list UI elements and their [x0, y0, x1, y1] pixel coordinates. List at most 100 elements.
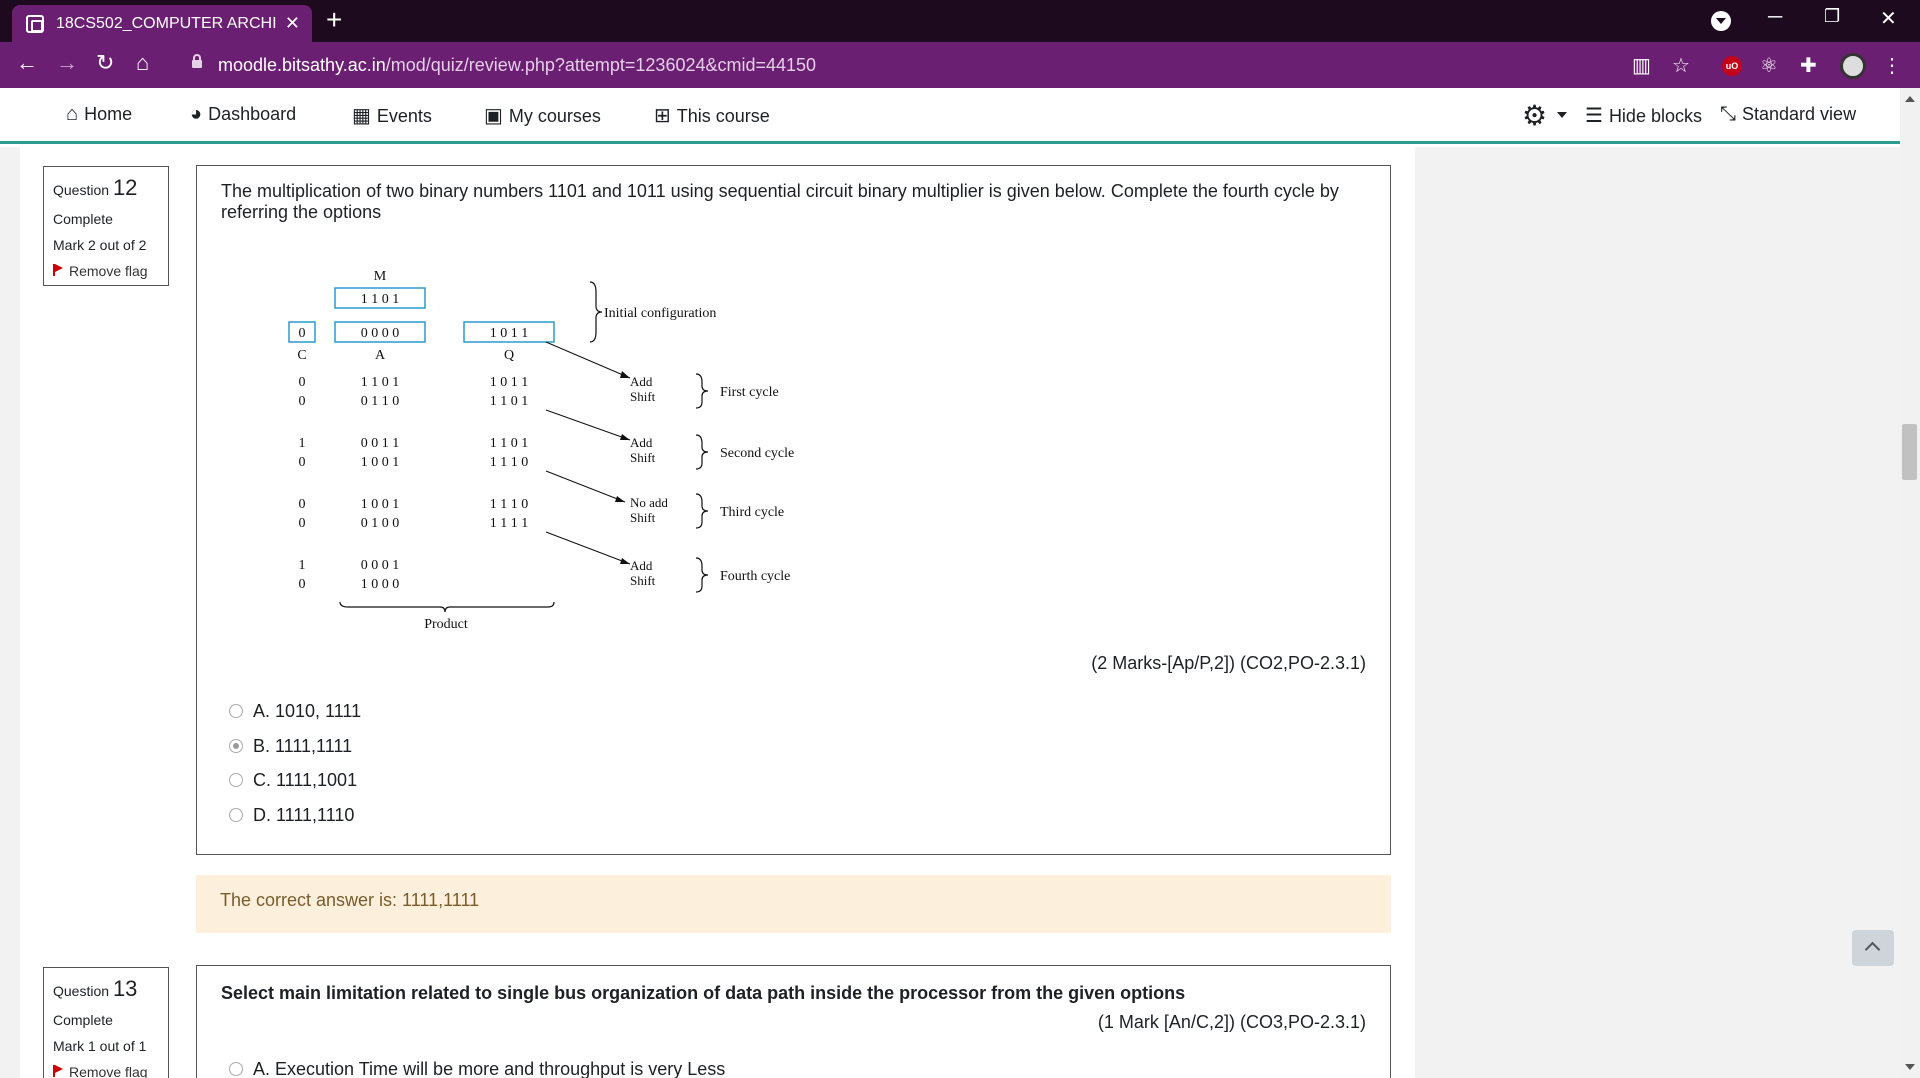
marks-info: (1 Mark [An/C,2]) (CO3,PO-2.3.1) — [1097, 1012, 1366, 1032]
c3-top: 0 — [299, 497, 306, 512]
nav-events[interactable]: ▦ Events — [352, 103, 432, 128]
c2-bot: 0 — [299, 455, 306, 470]
radio-a[interactable] — [229, 1062, 243, 1076]
q-label: Q — [504, 348, 514, 363]
hide-blocks-button[interactable]: ☰ Hide blocks — [1585, 103, 1702, 128]
home-icon: ⌂ — [66, 103, 79, 125]
product-brace — [339, 601, 555, 613]
page-scrollbar[interactable] — [1900, 88, 1920, 1078]
arrowhead-1 — [620, 371, 630, 378]
home-browser-icon[interactable]: ⌂ — [136, 50, 149, 76]
initial-config-label: Initial configuration — [604, 306, 716, 321]
url-field[interactable]: moodle.bitsathy.ac.in/mod/quiz/review.ph… — [218, 55, 816, 76]
close-window-icon[interactable]: ✕ — [1880, 6, 1897, 31]
c-register-value: 0 — [299, 326, 306, 341]
nav-dashboard[interactable]: ◕ Dashboard — [190, 103, 296, 126]
radio-c[interactable] — [229, 773, 243, 787]
dashboard-icon: ◕ — [190, 103, 203, 125]
address-bar: ← → ↻ ⌂ moodle.bitsathy.ac.in/mod/quiz/r… — [0, 42, 1920, 88]
forward-icon[interactable]: → — [56, 50, 78, 76]
nav-this-course[interactable]: ⊞ This course — [654, 103, 770, 128]
question-mark: Mark 1 out of 1 — [53, 1038, 147, 1054]
q-register-value: 1 0 1 1 — [490, 326, 529, 341]
profile-avatar[interactable] — [1840, 53, 1866, 79]
marks-info: (2 Marks-[Ap/P,2]) (CO2,PO-2.3.1) — [1091, 653, 1366, 673]
q2-top: 1 1 0 1 — [490, 436, 529, 451]
question-mark: Mark 2 out of 2 — [53, 237, 147, 253]
reader-mode-icon[interactable]: ▥ — [1632, 53, 1651, 78]
arrowhead-4 — [620, 558, 630, 564]
tab-search-icon[interactable] — [1711, 11, 1731, 31]
reload-icon[interactable]: ↻ — [96, 50, 114, 76]
arrow-2 — [545, 409, 631, 441]
question-content: Select main limitation related to single… — [196, 965, 1391, 1078]
briefcase-icon: ▣ — [484, 105, 503, 127]
question-text: Select main limitation related to single… — [221, 983, 1186, 1003]
scroll-down-icon[interactable] — [1905, 1064, 1915, 1070]
figure-m-label: M — [374, 269, 387, 284]
c3-bot: 0 — [299, 516, 306, 531]
initial-brace — [589, 281, 603, 343]
back-to-top-button[interactable] — [1852, 930, 1894, 966]
correct-answer-feedback: The correct answer is: 1111,1111 — [196, 875, 1391, 933]
chrome-menu-icon[interactable]: ⋮ — [1882, 53, 1902, 78]
c1-bot: 0 — [299, 394, 306, 409]
flag-icon — [53, 264, 63, 276]
new-tab-icon[interactable]: + — [326, 6, 342, 34]
option-b[interactable]: B. 1111,1111 — [229, 736, 352, 757]
scroll-up-icon[interactable] — [1905, 96, 1915, 102]
remove-flag-link[interactable]: Remove flag — [53, 1064, 160, 1078]
op4-bot: Shift — [630, 573, 656, 588]
option-a[interactable]: A. Execution Time will be more and throu… — [229, 1059, 725, 1078]
radio-a[interactable] — [229, 704, 243, 718]
c4-bot: 0 — [299, 577, 306, 592]
m-register-value: 1 1 0 1 — [361, 292, 400, 307]
c4-top: 1 — [299, 558, 306, 573]
arrow-3 — [545, 470, 626, 503]
standard-view-button[interactable]: ⤡ Standard view — [1720, 103, 1856, 126]
arrowhead-3 — [615, 496, 625, 502]
minimize-icon[interactable]: ─ — [1768, 6, 1782, 29]
q3-bot: 1 1 1 1 — [490, 516, 529, 531]
question-state: Complete — [53, 1012, 113, 1028]
a3-top: 1 0 0 1 — [361, 497, 400, 512]
cycle2-brace — [695, 434, 709, 470]
browser-tab[interactable]: 18CS502_COMPUTER ARCHITECTURE ✕ — [12, 5, 312, 42]
bookmark-star-icon[interactable]: ☆ — [1672, 53, 1690, 78]
option-c[interactable]: C. 1111,1001 — [229, 770, 357, 791]
extensions-puzzle-icon[interactable]: ✚ — [1800, 53, 1817, 78]
nav-home[interactable]: ⌂ Home — [66, 103, 132, 126]
moodle-navbar: ⌂ Home ◕ Dashboard ▦ Events ▣ My courses ⊞ Th… — [0, 88, 1900, 144]
cycle4-label: Fourth cycle — [720, 569, 790, 584]
cycle2-label: Second cycle — [720, 446, 794, 461]
a1-top: 1 1 0 1 — [361, 375, 400, 390]
a2-top: 0 0 1 1 — [361, 436, 400, 451]
extension-react-icon[interactable]: ⚛ — [1760, 53, 1778, 78]
option-d[interactable]: D. 1111,1110 — [229, 805, 354, 826]
nav-my-courses[interactable]: ▣ My courses — [484, 103, 601, 128]
radio-b[interactable] — [229, 739, 243, 753]
question-info: Question 12 Complete Mark 2 out of 2 Rem… — [43, 166, 169, 286]
a-register-value: 0 0 0 0 — [361, 326, 400, 341]
back-icon[interactable]: ← — [16, 50, 38, 76]
scrollbar-thumb[interactable] — [1902, 424, 1917, 480]
binary-multiplier-figure: M 1 1 0 1 0 0 0 0 0 1 0 1 1 C A Q Initia… — [288, 269, 794, 632]
product-label: Product — [424, 617, 468, 632]
op4-top: Add — [630, 558, 653, 573]
q2-bot: 1 1 1 0 — [490, 455, 529, 470]
c1-top: 0 — [299, 375, 306, 390]
remove-flag-link[interactable]: Remove flag — [53, 263, 160, 279]
option-a[interactable]: A. 1010, 1111 — [229, 701, 361, 722]
a4-top: 0 0 0 1 — [361, 558, 400, 573]
close-tab-icon[interactable]: ✕ — [285, 13, 300, 34]
radio-d[interactable] — [229, 808, 243, 822]
q1-bot: 1 1 0 1 — [490, 394, 529, 409]
list-icon: ☰ — [1585, 105, 1603, 127]
c-label: C — [297, 348, 306, 363]
moodle-favicon-icon — [26, 15, 44, 33]
chevron-down-icon[interactable] — [1557, 112, 1567, 118]
gear-icon[interactable]: ⚙ — [1522, 99, 1547, 132]
restore-icon[interactable]: ❐ — [1824, 6, 1840, 27]
ublock-extension-icon[interactable]: uO — [1722, 56, 1742, 76]
op1-top: Add — [630, 374, 653, 389]
